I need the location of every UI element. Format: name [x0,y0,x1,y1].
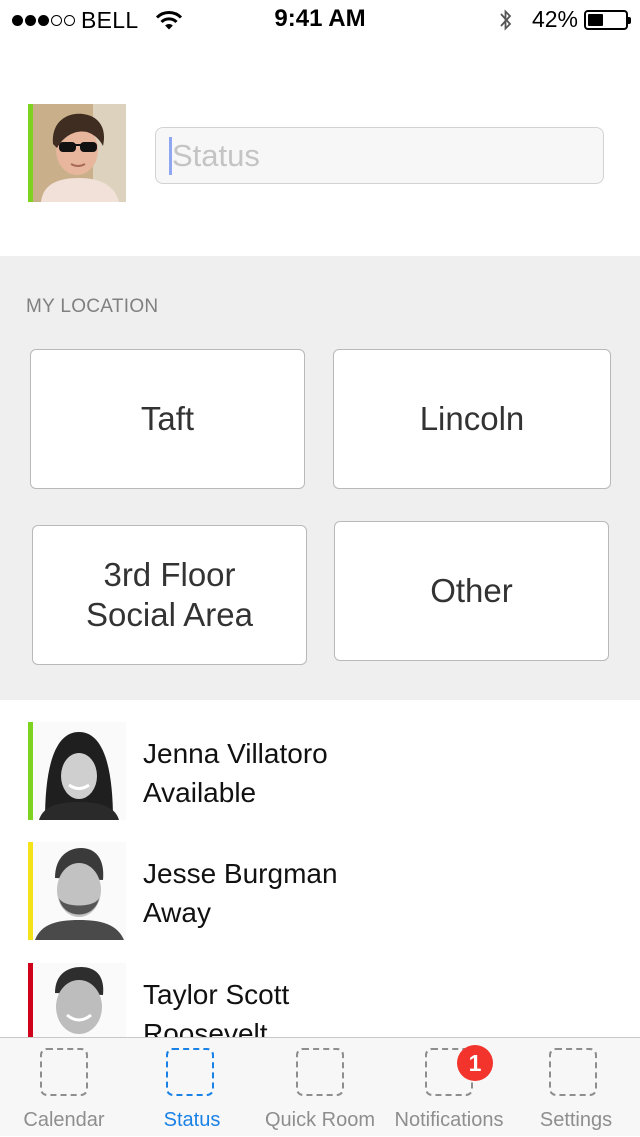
bluetooth-icon [500,8,512,31]
person-name: Jenna Villatoro [143,738,328,769]
person-photo [33,722,126,820]
tab-settings[interactable]: Settings [512,1038,640,1137]
my-location-heading: MY LOCATION [26,296,159,317]
tab-label: Settings [539,1109,613,1131]
person-avatar [28,722,126,820]
tab-bar: Calendar Status Quick Room 1 Notificatio… [0,1037,640,1136]
notifications-badge: 1 [457,1045,493,1081]
status-input[interactable] [155,127,604,184]
text-caret [169,137,172,175]
battery-icon [584,9,631,30]
my-avatar-photo [33,104,126,202]
tab-calendar[interactable]: Calendar [0,1038,128,1137]
tab-notifications[interactable]: 1 Notifications [384,1038,514,1137]
tab-label: Notifications [394,1109,504,1131]
status-bar: BELL 9:41 AM 42% [0,0,640,40]
tab-label: Calendar [23,1109,105,1131]
person-name: Jesse Burgman [143,858,338,889]
location-button-taft[interactable]: Taft [30,349,305,489]
person-photo [33,842,126,940]
location-button-3rd-floor-social-area[interactable]: 3rd Floor Social Area [32,525,307,665]
person-row[interactable]: Jesse Burgman Away [28,842,640,942]
person-avatar [28,842,126,940]
my-location-section: MY LOCATION Taft Lincoln 3rd Floor Socia… [0,256,640,700]
battery-percent: 42% [531,6,578,32]
tab-quick-room[interactable]: Quick Room [256,1038,384,1137]
my-avatar[interactable] [28,104,126,202]
person-status: Available [143,777,257,808]
tab-label: Status [163,1109,221,1131]
tab-label: Quick Room [264,1109,376,1131]
person-name: Taylor Scott [143,979,290,1010]
calendar-icon [40,1048,88,1096]
tab-status[interactable]: Status [128,1038,256,1137]
quick-room-icon [296,1048,344,1096]
location-button-lincoln[interactable]: Lincoln [333,349,611,489]
battery-level-fill [588,13,604,26]
status-icon [166,1048,214,1096]
settings-icon [549,1048,597,1096]
location-button-other[interactable]: Other [334,521,609,661]
person-row[interactable]: Jenna Villatoro Available [28,722,640,822]
person-status: Away [143,897,211,928]
status-bar-right: 42% [498,6,631,33]
